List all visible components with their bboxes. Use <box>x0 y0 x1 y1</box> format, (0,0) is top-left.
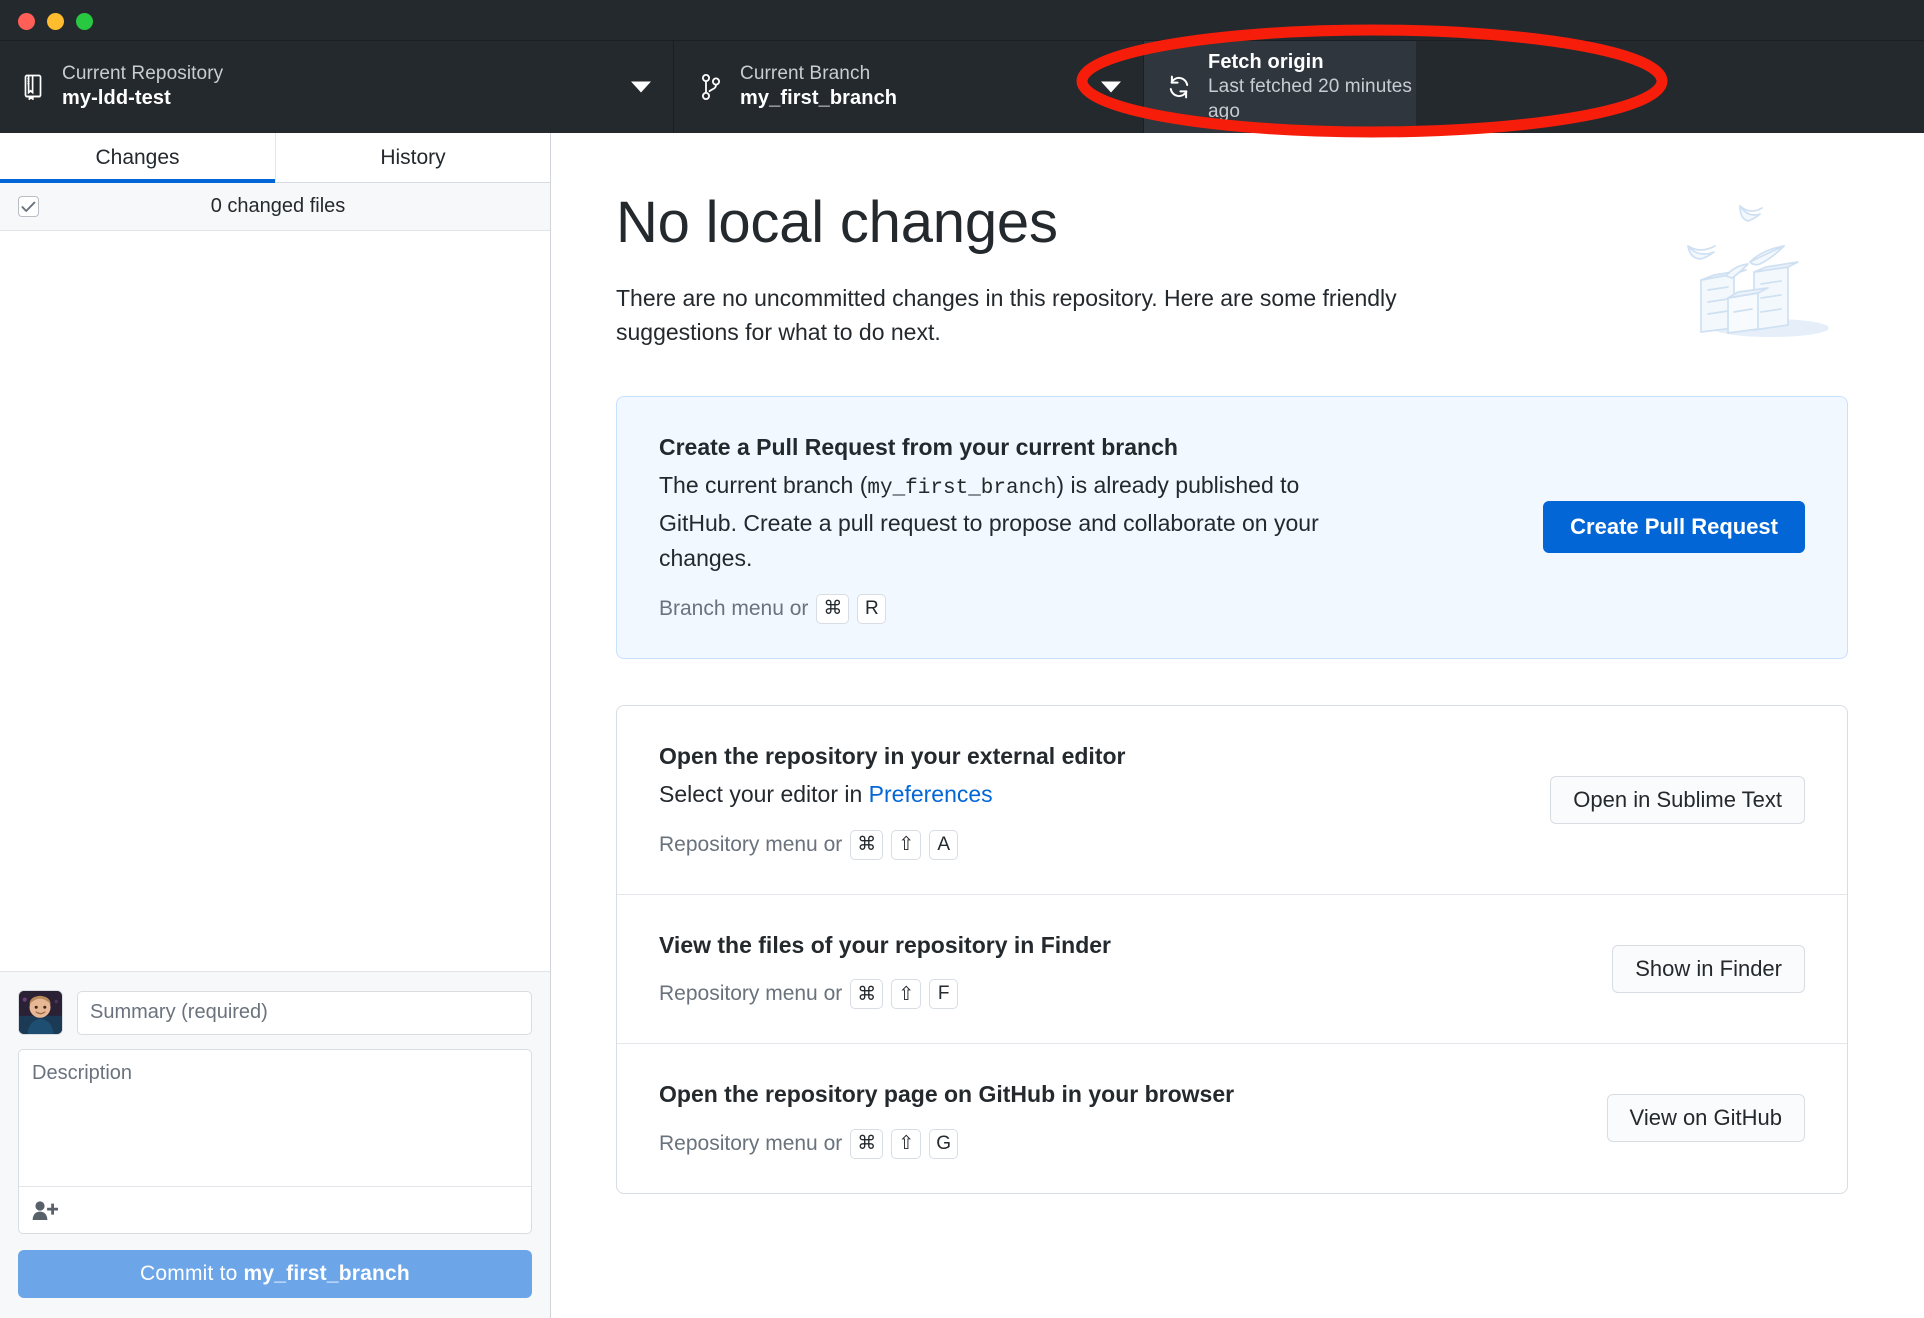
changed-files-count: 0 changed files <box>210 195 346 217</box>
key-f: F <box>929 979 959 1010</box>
github-desktop-window: Current Repository my-ldd-test Current B… <box>0 0 1924 1318</box>
key-shift-icon: ⇧ <box>891 1128 922 1159</box>
branch-icon <box>696 73 726 101</box>
commit-summary-row <box>18 990 532 1035</box>
current-repository-button[interactable]: Current Repository my-ldd-test <box>0 41 674 133</box>
commit-button-branch: my_first_branch <box>243 1262 410 1285</box>
fetch-origin-label: Fetch origin <box>1208 50 1324 73</box>
preferences-link[interactable]: Preferences <box>869 781 993 807</box>
chevron-down-icon <box>631 81 651 93</box>
commit-composer: Commit to my_first_branch <box>0 971 550 1318</box>
commit-description-box <box>18 1049 532 1234</box>
action-1-title: View the files of your repository in Fin… <box>659 931 1111 958</box>
current-branch-button[interactable]: Current Branch my_first_branch <box>674 41 1144 133</box>
sidebar-tabbar: Changes History <box>0 133 550 183</box>
tab-changes[interactable]: Changes <box>0 133 275 183</box>
window-titlebar <box>0 0 1924 41</box>
app-toolbar: Current Repository my-ldd-test Current B… <box>0 41 1924 133</box>
key-command-icon: ⌘ <box>816 593 850 624</box>
key-command-icon: ⌘ <box>850 829 884 860</box>
minimize-window-button[interactable] <box>47 13 64 30</box>
pr-card-title: Create a Pull Request from your current … <box>659 433 1178 460</box>
commit-button-prefix: Commit to <box>140 1262 244 1285</box>
chevron-down-icon <box>1101 81 1121 93</box>
action-0-menu-hint: Repository menu or <box>659 832 843 856</box>
pr-card-description: The current branch (my_first_branch) is … <box>659 468 1339 577</box>
fetch-origin-button[interactable]: Fetch origin Last fetched 20 minutes ago <box>1144 41 1416 133</box>
action-1-menu-hint: Repository menu or <box>659 982 843 1006</box>
commit-description-input[interactable] <box>19 1050 531 1186</box>
key-command-icon: ⌘ <box>850 979 884 1010</box>
changes-sidebar: Changes History 0 changed files Summary … <box>0 133 551 1318</box>
action-0-title: Open the repository in your external edi… <box>659 742 1126 769</box>
key-shift-icon: ⇧ <box>891 829 922 860</box>
table-row: Open the repository page on GitHub in yo… <box>617 1043 1847 1192</box>
changed-files-list <box>0 231 550 971</box>
pr-desc-part1: The current branch ( <box>659 472 868 499</box>
action-1-shortcut-hint: Repository menu or ⌘ ⇧ F <box>659 979 1588 1010</box>
repo-icon <box>18 74 48 100</box>
action-0-description: Select your editor in Preferences <box>659 777 1339 813</box>
fetch-origin-status: Last fetched 20 minutes ago <box>1208 76 1413 122</box>
tab-history-label: History <box>380 145 446 169</box>
current-repository-value: my-ldd-test <box>62 87 171 110</box>
pr-desc-branch: my_first_branch <box>867 477 1057 501</box>
action-0-shortcut-hint: Repository menu or ⌘ ⇧ A <box>659 829 1526 860</box>
create-pull-request-card: Create a Pull Request from your current … <box>616 395 1848 659</box>
key-command-icon: ⌘ <box>850 1128 884 1159</box>
tab-changes-label: Changes <box>95 145 180 169</box>
no-changes-panel: No local changes There are no uncommitte… <box>552 133 1924 1318</box>
changed-files-header: 0 changed files <box>0 183 550 231</box>
current-branch-value: my_first_branch <box>740 87 898 110</box>
card-row: Create a Pull Request from your current … <box>617 397 1847 658</box>
maximize-window-button[interactable] <box>76 13 93 30</box>
page-title: No local changes <box>616 190 1058 255</box>
commit-description-footer <box>19 1186 531 1233</box>
key-shift-icon: ⇧ <box>891 979 922 1010</box>
create-pull-request-button[interactable]: Create Pull Request <box>1543 501 1805 554</box>
traffic-light-controls <box>18 13 93 30</box>
add-person-icon[interactable] <box>32 1197 62 1223</box>
action-0-desc-prefix: Select your editor in <box>659 781 869 808</box>
commit-button[interactable]: Commit to my_first_branch <box>18 1250 532 1298</box>
current-branch-label: Current Branch <box>740 63 871 85</box>
open-in-external-editor-button[interactable]: Open in Sublime Text <box>1550 775 1805 824</box>
page-subtitle: There are no uncommitted changes in this… <box>616 284 1397 346</box>
sync-icon <box>1164 74 1194 100</box>
pr-menu-hint: Branch menu or <box>659 596 809 620</box>
key-g: G <box>929 1128 959 1159</box>
close-window-button[interactable] <box>18 13 35 30</box>
action-2-title: Open the repository page on GitHub in yo… <box>659 1081 1235 1108</box>
table-row: View the files of your repository in Fin… <box>617 893 1847 1043</box>
action-2-shortcut-hint: Repository menu or ⌘ ⇧ G <box>659 1128 1583 1159</box>
show-in-finder-button[interactable]: Show in Finder <box>1612 945 1805 994</box>
table-row: Open the repository in your external edi… <box>617 706 1847 894</box>
tab-history[interactable]: History <box>275 133 550 182</box>
current-repository-label: Current Repository <box>62 63 224 85</box>
avatar <box>18 990 63 1035</box>
key-r: R <box>857 593 887 624</box>
action-2-menu-hint: Repository menu or <box>659 1131 843 1155</box>
pr-shortcut-hint: Branch menu or ⌘ R <box>659 593 1519 624</box>
select-all-checkbox[interactable] <box>18 196 39 217</box>
key-a: A <box>929 829 959 860</box>
commit-summary-input[interactable] <box>77 990 532 1035</box>
view-on-github-button[interactable]: View on GitHub <box>1606 1094 1805 1143</box>
suggested-actions-card: Open the repository in your external edi… <box>616 704 1848 1194</box>
